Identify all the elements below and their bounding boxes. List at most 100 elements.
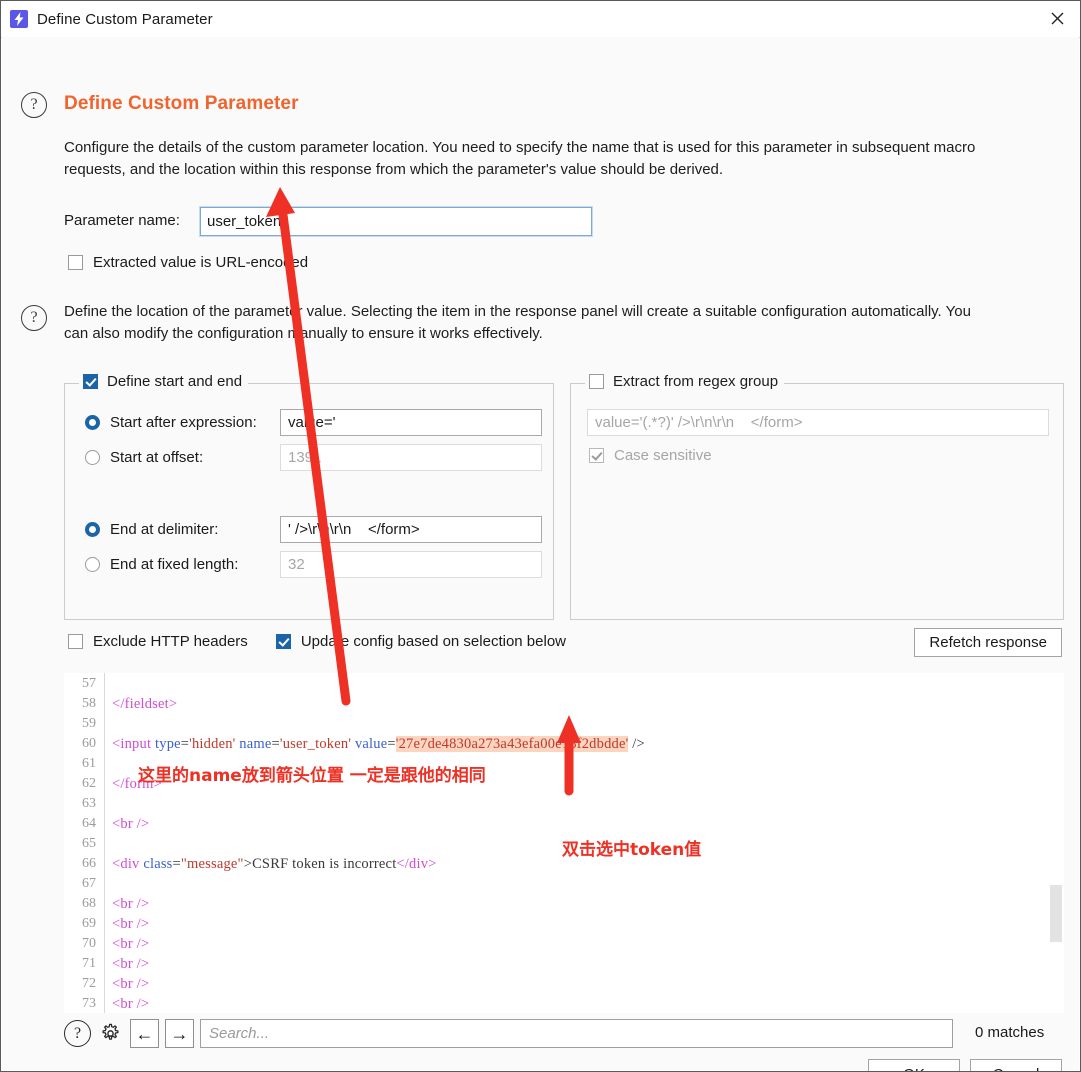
annotation-token-note: 双击选中token值 — [562, 840, 702, 860]
code-token: class — [143, 856, 173, 872]
radio-indicator[interactable] — [85, 450, 100, 465]
code-line[interactable]: 68 <br /> — [64, 896, 1064, 916]
code-token: type — [155, 736, 181, 752]
code-token: <div — [112, 856, 140, 872]
radio-indicator[interactable] — [85, 415, 100, 430]
parameter-name-label: Parameter name: — [64, 212, 180, 229]
radio-label: Start after expression: — [110, 414, 257, 431]
close-icon[interactable] — [1034, 1, 1080, 36]
exclude-http-headers-checkbox[interactable] — [68, 634, 83, 649]
radio-end-at-fixed-length[interactable]: End at fixed length: — [85, 556, 238, 573]
code-text: <br /> — [112, 936, 149, 953]
code-line[interactable]: 69 <br /> — [64, 916, 1064, 936]
end-at-fixed-length-input[interactable]: 32 — [280, 551, 542, 578]
find-previous-button[interactable]: ← — [130, 1019, 159, 1048]
gear-icon[interactable] — [97, 1020, 124, 1047]
code-line[interactable]: 59 — [64, 716, 1064, 736]
case-sensitive-checkbox[interactable] — [589, 448, 604, 463]
code-text: <br /> — [112, 896, 149, 913]
ok-button[interactable]: OK — [868, 1059, 960, 1071]
radio-start-at-offset[interactable]: Start at offset: — [85, 449, 203, 466]
code-text: <br /> — [112, 816, 149, 833]
code-text: <br /> — [112, 996, 149, 1013]
code-text: <input type='hidden' name='user_token' v… — [112, 736, 645, 753]
code-line[interactable]: 71 <br /> — [64, 956, 1064, 976]
update-config-label: Update config based on selection below — [300, 633, 566, 650]
code-token: /> — [628, 736, 645, 752]
code-token: 'hidden' — [189, 736, 236, 752]
code-token: = — [387, 736, 396, 752]
text-caret — [282, 213, 284, 229]
line-number: 67 — [82, 876, 96, 891]
code-text: <br /> — [112, 956, 149, 973]
help-icon-location[interactable]: ? — [21, 305, 47, 331]
code-line[interactable]: 67 — [64, 876, 1064, 896]
code-token: <br /> — [112, 896, 150, 912]
options-row: Exclude HTTP headers Update config based… — [68, 633, 566, 650]
update-config-checkbox[interactable] — [275, 634, 291, 649]
line-number: 62 — [82, 776, 96, 791]
extract-regex-group: Extract from regex group value='(.*?)' /… — [570, 373, 1064, 620]
code-panel-scrollbar[interactable] — [1050, 885, 1062, 942]
define-custom-parameter-dialog: Define Custom Parameter ? Define Custom … — [0, 0, 1081, 1072]
code-token: <br /> — [112, 916, 150, 932]
code-token: <br /> — [112, 936, 150, 952]
title-bar: Define Custom Parameter — [1, 1, 1080, 38]
code-line[interactable]: 70 <br /> — [64, 936, 1064, 956]
code-token: <input — [112, 736, 152, 752]
line-number: 66 — [82, 856, 96, 871]
line-number: 71 — [82, 956, 96, 971]
regex-pattern-input[interactable]: value='(.*?)' />\r\n\r\n </form> — [587, 409, 1049, 436]
code-line[interactable]: 58 </fieldset> — [64, 696, 1064, 716]
find-next-button[interactable]: → — [165, 1019, 194, 1048]
code-token: <br /> — [112, 996, 150, 1012]
code-token: value — [354, 736, 388, 752]
define-start-end-checkbox[interactable] — [83, 374, 98, 389]
url-encoded-checkbox[interactable] — [68, 255, 83, 270]
dialog-button-row: OK Cancel — [868, 1059, 1062, 1071]
line-number: 59 — [82, 716, 96, 731]
line-number: 58 — [82, 696, 96, 711]
line-number: 60 — [82, 736, 96, 751]
radio-end-at-delimiter[interactable]: End at delimiter: — [85, 521, 218, 538]
code-line[interactable]: 63 — [64, 796, 1064, 816]
search-input[interactable] — [200, 1019, 953, 1048]
help-icon-findbar[interactable]: ? — [64, 1020, 91, 1047]
line-number: 64 — [82, 816, 96, 831]
end-at-delimiter-input[interactable]: ' />\r\n\r\n </form> — [280, 516, 542, 543]
code-token: = — [271, 736, 280, 752]
code-line[interactable]: 57 — [64, 676, 1064, 696]
dialog-body: ? Define Custom Parameter Configure the … — [2, 37, 1079, 1071]
radio-indicator[interactable] — [85, 557, 100, 572]
extract-regex-checkbox[interactable] — [589, 374, 604, 389]
code-line[interactable]: 73 <br /> — [64, 996, 1064, 1013]
line-number: 73 — [82, 996, 96, 1011]
url-encoded-checkbox-row[interactable]: Extracted value is URL-encoded — [68, 254, 308, 271]
cancel-button[interactable]: Cancel — [970, 1059, 1062, 1071]
extract-regex-legend[interactable]: Extract from regex group — [585, 373, 785, 390]
radio-label: End at fixed length: — [110, 556, 239, 573]
code-token: </div> — [396, 856, 437, 872]
case-sensitive-row[interactable]: Case sensitive — [589, 447, 712, 464]
parameter-name-input[interactable]: user_token — [199, 206, 593, 237]
code-line[interactable]: 60 <input type='hidden' name='user_token'… — [64, 736, 1064, 756]
window-title: Define Custom Parameter — [37, 10, 213, 28]
code-token: <br /> — [112, 976, 150, 992]
code-text: </fieldset> — [112, 696, 177, 713]
define-start-end-legend[interactable]: Define start and end — [79, 373, 249, 390]
match-count-label: 0 matches — [975, 1024, 1045, 1041]
start-at-offset-input[interactable]: 1391 — [280, 444, 542, 471]
help-icon-top[interactable]: ? — [21, 92, 47, 118]
define-start-end-label: Define start and end — [107, 373, 243, 390]
code-token: name — [239, 736, 272, 752]
code-text: <br /> — [112, 976, 149, 993]
case-sensitive-label: Case sensitive — [614, 447, 712, 464]
radio-indicator[interactable] — [85, 522, 100, 537]
start-after-expression-input[interactable]: value=' — [280, 409, 542, 436]
code-line[interactable]: 64 <br /> — [64, 816, 1064, 836]
radio-start-after-expression[interactable]: Start after expression: — [85, 414, 257, 431]
code-token: >CSRF token is incorrect — [243, 856, 397, 872]
code-line[interactable]: 72 <br /> — [64, 976, 1064, 996]
extract-regex-label: Extract from regex group — [613, 373, 779, 390]
refetch-response-button[interactable]: Refetch response — [914, 628, 1062, 657]
